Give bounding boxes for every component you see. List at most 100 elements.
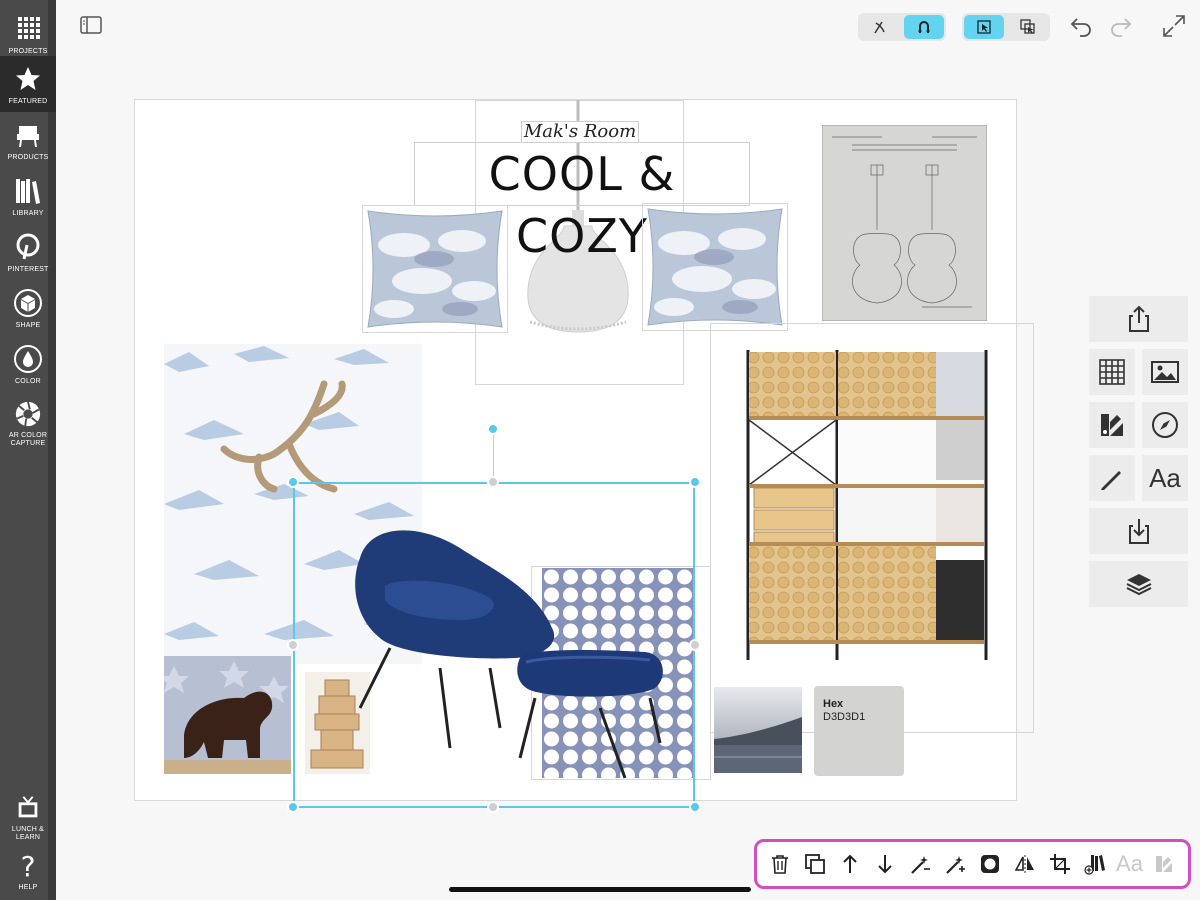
resize-handle-bottom-left[interactable] [287, 801, 299, 813]
send-backward-icon [878, 855, 892, 874]
resize-handle-left[interactable] [287, 639, 299, 651]
sidebar-item-shape[interactable]: SHAPE [0, 280, 56, 336]
image-icon [1151, 361, 1179, 383]
sidebar-item-ar-color-capture[interactable]: AR COLOR CAPTURE [0, 392, 56, 448]
svg-text:?: ? [21, 850, 36, 880]
sidebar: PROJECTS FEATURED PRODUCTS LIBRARY PINTE… [0, 0, 56, 900]
add-to-library-icon [1084, 855, 1105, 875]
sidebar-item-library[interactable]: LIBRARY [0, 168, 56, 224]
sidebar-item-label: LUNCH & LEARN [11, 826, 45, 841]
resize-handle-bottom[interactable] [487, 801, 499, 813]
resize-handle-right[interactable] [689, 639, 701, 651]
magic-add-button[interactable] [941, 850, 969, 878]
undo-icon[interactable] [1069, 14, 1093, 38]
sidebar-item-featured[interactable]: FEATURED [0, 56, 56, 112]
flip-button[interactable] [1011, 850, 1039, 878]
sidebar-item-pinterest[interactable]: PINTEREST [0, 224, 56, 280]
crop-icon [1049, 854, 1070, 874]
add-to-library-button[interactable] [1081, 850, 1109, 878]
draw-icon [874, 21, 885, 34]
add-text-button[interactable]: Aa [1142, 455, 1188, 501]
grid-button[interactable] [1089, 349, 1135, 395]
send-backward-button[interactable] [871, 850, 899, 878]
add-image-button[interactable] [1142, 349, 1188, 395]
sidebar-item-label: PRODUCTS [7, 154, 49, 161]
sidebar-item-label: HELP [18, 884, 38, 891]
layers-button[interactable] [1089, 561, 1188, 607]
sidebar-item-projects[interactable]: PROJECTS [0, 6, 56, 62]
rotate-handle[interactable] [487, 423, 499, 435]
color-shapes-button[interactable] [1150, 850, 1178, 878]
select-toggle-button[interactable] [964, 15, 1004, 39]
sidebar-item-label: PROJECTS [8, 48, 48, 55]
resize-handle-top-right[interactable] [689, 476, 701, 488]
shapes-button[interactable] [1089, 402, 1135, 448]
aperture-icon [15, 401, 41, 427]
crop-button[interactable] [1046, 850, 1074, 878]
mask-button[interactable] [976, 850, 1004, 878]
text-style-button[interactable]: Aa [1116, 850, 1144, 878]
sidebar-item-products[interactable]: PRODUCTS [0, 112, 56, 168]
draw-toggle-button[interactable] [860, 15, 900, 39]
home-indicator [449, 887, 751, 892]
resize-handle-top[interactable] [487, 476, 499, 488]
sidebar-toggle-icon[interactable] [80, 16, 102, 34]
resize-handle-top-left[interactable] [287, 476, 299, 488]
magic-add-icon [946, 856, 965, 874]
board-title[interactable]: COOL & COZY [414, 142, 750, 263]
magnet-toggle-button[interactable] [904, 15, 944, 39]
resize-handle-bottom-right[interactable] [689, 801, 701, 813]
text-icon: Aa [1149, 462, 1181, 493]
multi-select-icon [1020, 19, 1035, 34]
share-button[interactable] [1089, 296, 1188, 342]
share-icon [1128, 305, 1149, 332]
storage-unit-image[interactable] [746, 350, 990, 660]
bring-forward-button[interactable] [836, 850, 864, 878]
snap-toggle-group [858, 13, 946, 41]
board-subtitle[interactable]: Mak's Room [521, 121, 639, 143]
app: PROJECTS FEATURED PRODUCTS LIBRARY PINTE… [0, 0, 1200, 900]
books-icon [16, 179, 40, 204]
import-button[interactable] [1089, 508, 1188, 554]
browse-button[interactable] [1142, 402, 1188, 448]
color-shapes-icon [1156, 856, 1173, 872]
fullscreen-icon[interactable] [1162, 14, 1186, 38]
pillow-left-image[interactable] [364, 207, 506, 331]
mask-icon [980, 855, 999, 873]
selection-box[interactable] [293, 482, 695, 808]
sidebar-item-help[interactable]: ? HELP [0, 842, 56, 898]
star-icon [16, 67, 40, 90]
magic-remove-button[interactable] [906, 850, 934, 878]
shapes-icon [1101, 414, 1123, 436]
tv-icon [18, 796, 38, 818]
bring-forward-icon [843, 854, 857, 873]
pillow-right-image[interactable] [644, 205, 786, 329]
bear-sculpture-image[interactable] [164, 656, 291, 774]
delete-button[interactable] [766, 850, 794, 878]
select-icon [977, 20, 991, 34]
sidebar-item-label: COLOR [15, 378, 41, 385]
rotate-handle-line [493, 434, 494, 482]
magnet-icon [918, 21, 930, 33]
text-style-icon: Aa [1116, 851, 1143, 876]
multi-select-toggle-button[interactable] [1008, 15, 1048, 39]
sidebar-item-label: LIBRARY [12, 210, 44, 217]
sidebar-item-label: FEATURED [8, 98, 48, 105]
magic-remove-icon [911, 856, 931, 874]
guitar-patent-image[interactable] [822, 125, 987, 321]
sidebar-item-lunch-and-learn[interactable]: LUNCH & LEARN [0, 786, 56, 842]
sidebar-item-label: SHAPE [15, 322, 41, 329]
compass-icon [1152, 412, 1178, 438]
swatch-hex-label: Hex [823, 698, 844, 710]
seascape-photo[interactable] [714, 687, 802, 773]
sidebar-item-label: PINTEREST [7, 266, 49, 273]
grid-icon [1099, 359, 1125, 385]
duplicate-button[interactable] [801, 850, 829, 878]
redo-icon[interactable] [1109, 14, 1133, 38]
draw-button[interactable] [1089, 455, 1135, 501]
sidebar-item-color[interactable]: COLOR [0, 336, 56, 392]
cube-icon [14, 289, 42, 317]
sidebar-item-label: AR COLOR CAPTURE [8, 432, 48, 447]
layers-icon [1126, 574, 1151, 596]
chair-icon [17, 126, 39, 147]
